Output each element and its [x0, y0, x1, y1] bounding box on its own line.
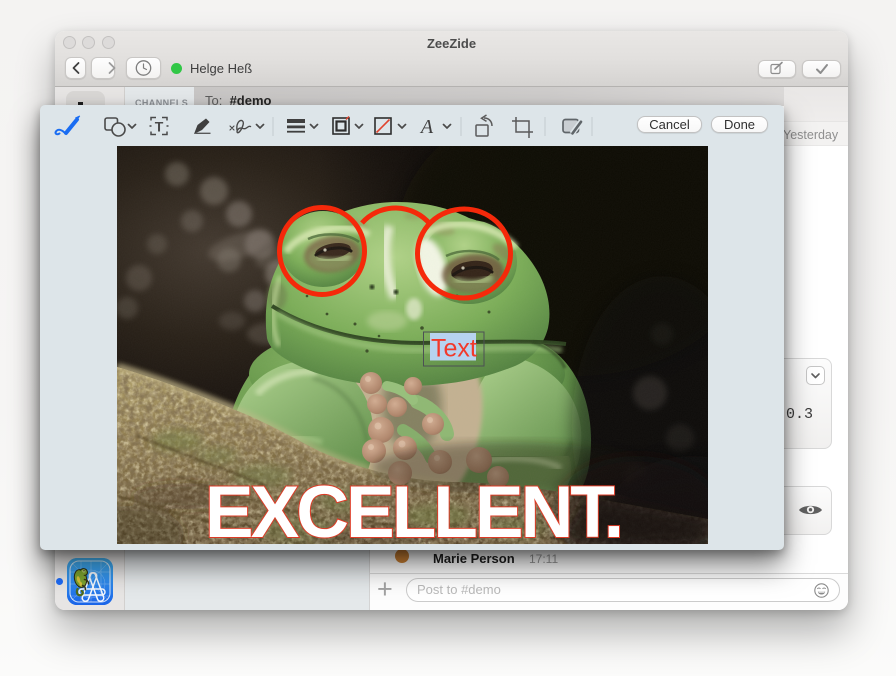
svg-text:A: A	[419, 116, 434, 138]
svg-text:Text: Text	[431, 335, 477, 363]
svg-text:T: T	[155, 119, 164, 135]
svg-text:EXCELLENT.: EXCELLENT.	[205, 472, 621, 544]
